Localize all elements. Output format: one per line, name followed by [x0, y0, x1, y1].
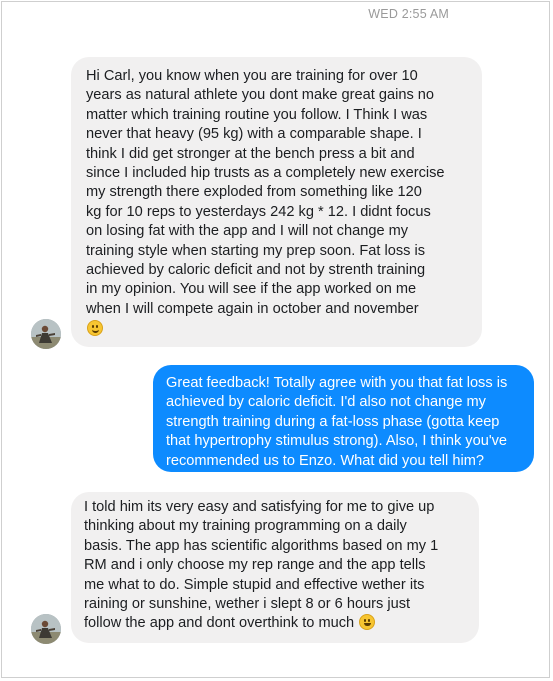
outgoing-message-bubble[interactable]: Great feedback! Totally agree with you t… [153, 365, 534, 472]
incoming-message-bubble[interactable]: I told him its very easy and satisfying … [71, 492, 479, 643]
grinning-face-emoji-icon [359, 614, 376, 631]
message-text: I told him its very easy and satisfying … [84, 499, 439, 632]
sender-avatar[interactable] [31, 614, 61, 644]
sender-avatar[interactable] [31, 319, 61, 349]
avatar-photo-icon [31, 319, 61, 349]
chat-window: WED 2:55 AM Hi Carl, you know when you a… [1, 1, 550, 678]
message-text: Great feedback! Totally agree with you t… [166, 375, 508, 469]
incoming-message-bubble[interactable]: Hi Carl, you know when you are training … [71, 57, 482, 347]
message-timestamp: WED 2:55 AM [368, 7, 449, 21]
avatar-photo-icon [31, 614, 61, 644]
smiling-face-emoji-icon [87, 320, 103, 337]
message-text: Hi Carl, you know when you are training … [86, 68, 445, 317]
